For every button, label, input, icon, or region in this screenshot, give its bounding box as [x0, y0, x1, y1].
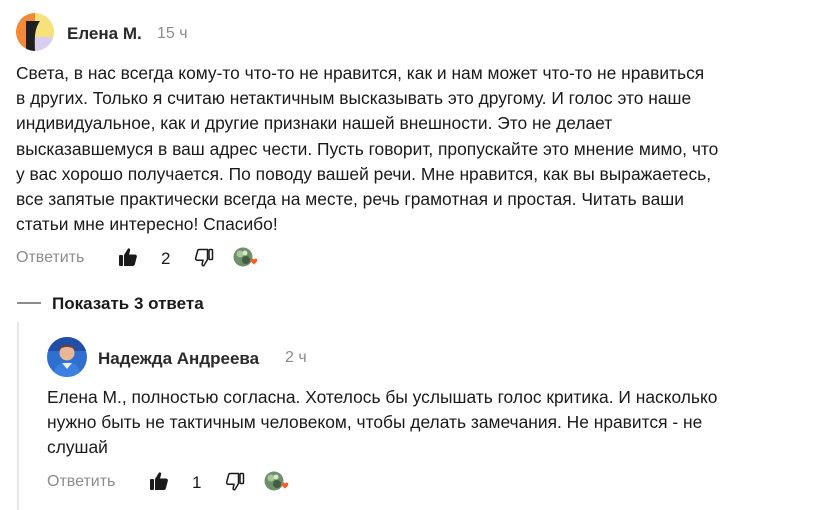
comment-time: 15 ч: [157, 25, 188, 42]
thumbs-down-icon[interactable]: [194, 248, 214, 268]
comment-text: Света, в нас всегда кому-то что-то не нр…: [16, 61, 718, 237]
thread-line: [17, 322, 19, 510]
reaction-icon[interactable]: [233, 247, 259, 269]
reply-button[interactable]: Ответить: [16, 249, 84, 267]
like-count: 2: [161, 249, 171, 268]
comment-text-line: индивидуальное, как и другие признаки на…: [16, 113, 613, 134]
replies-divider: [17, 302, 41, 304]
comment-author[interactable]: Елена М.: [67, 24, 142, 44]
comment-text-line: все запятые практически всегда на месте,…: [16, 189, 684, 210]
comment-text-line: Елена М., полностью согласна. Хотелось б…: [47, 387, 718, 407]
avatar[interactable]: [47, 337, 87, 377]
like-count: 1: [192, 473, 202, 492]
reply-button[interactable]: Ответить: [47, 473, 115, 491]
comment-text-line: у вас хорошо получается. По поводу вашей…: [16, 163, 712, 184]
thumbs-up-icon[interactable]: [118, 247, 138, 267]
show-replies-button[interactable]: Показать 3 ответа: [52, 294, 204, 314]
thumbs-up-icon[interactable]: [149, 471, 169, 491]
comment-text-line: высказавшемуся в ваш адрес чести. Пусть …: [16, 138, 719, 159]
avatar[interactable]: [16, 13, 54, 51]
comment-text-line: в других. Только я считаю нетактичным вы…: [16, 88, 692, 109]
comment-time: 2 ч: [285, 349, 307, 366]
comment-text-line: слушай: [47, 437, 108, 458]
comment-author[interactable]: Надежда Андреева: [98, 349, 259, 369]
comment-text-line: Света, в нас всегда кому-то что-то не нр…: [16, 63, 705, 83]
reaction-icon[interactable]: [264, 471, 290, 493]
comment-text-line: статьи мне интересно! Спасибо!: [16, 214, 278, 235]
comment-text-line: нужно быть не тактичным человеком, чтобы…: [47, 412, 703, 433]
comment-text: Елена М., полностью согласна. Хотелось б…: [47, 385, 717, 461]
thumbs-down-icon[interactable]: [225, 472, 245, 492]
